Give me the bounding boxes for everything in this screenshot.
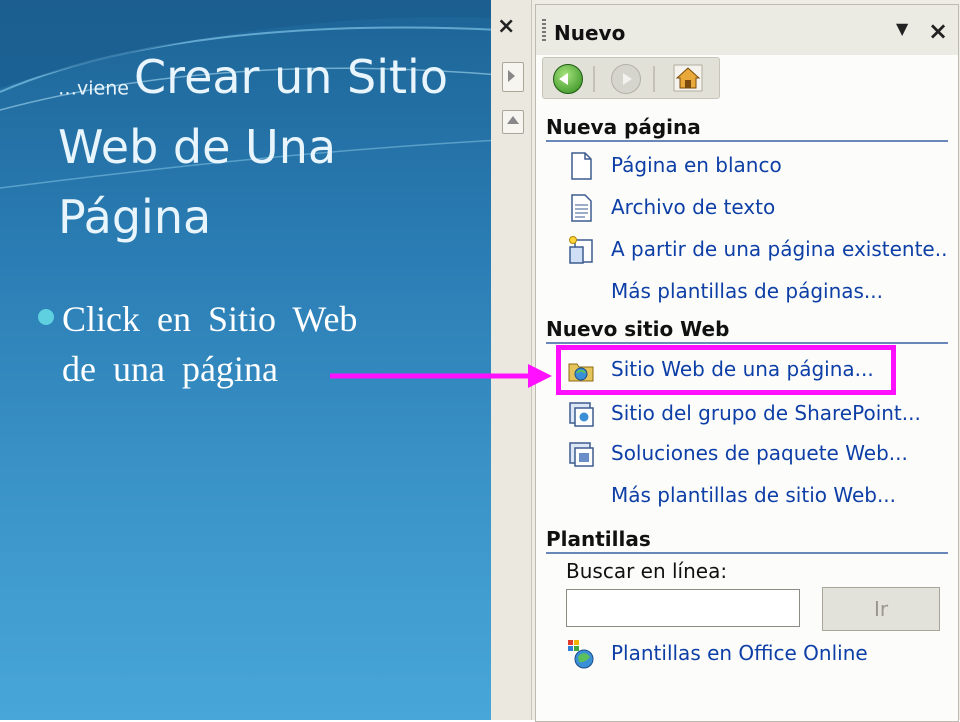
text-file-icon [571,194,592,222]
item-more-site-templates[interactable]: Más plantillas de sitio Web... [561,479,941,513]
item-label: Sitio del grupo de SharePoint... [611,401,921,425]
web-package-icon [569,442,594,467]
strip-expand-button[interactable] [502,62,524,92]
office-online-icon [568,640,594,669]
arrow-right-icon [623,73,632,85]
pane-title: Nuevo [554,21,626,45]
item-label: Soluciones de paquete Web... [611,441,908,465]
bullet-dot [38,309,54,325]
pane-nav-bar [542,57,720,99]
nav-separator [593,66,595,92]
home-icon[interactable] [671,62,705,94]
section-nuevo-sitio-web: Nuevo sitio Web [546,317,948,344]
item-label: Más plantillas de páginas... [611,279,884,303]
item-web-package[interactable]: Soluciones de paquete Web... [561,437,941,471]
title-line-3: Página [58,190,212,244]
strip-scroll-up-button[interactable] [502,110,524,134]
bullet-point: Click en Sitio Web de una página [38,294,438,394]
section-plantillas: Plantillas [546,527,948,554]
pane-header: Nuevo ▼ × [536,5,958,55]
grip-handle[interactable] [542,19,546,41]
arrow-left-icon [559,73,568,85]
search-input[interactable] [566,589,800,627]
existing-page-icon [569,236,593,264]
title-line-1: Crear un Sitio [134,50,448,104]
new-panel: Nuevo ▼ × Nueva página Página en blanco [535,4,959,722]
item-label: A partir de una página existente.. [611,237,948,261]
search-label: Buscar en línea: [566,559,728,583]
forward-button[interactable] [611,64,641,94]
blank-page-icon [571,152,592,180]
chevron-right-icon [508,70,515,82]
back-button[interactable] [553,64,583,94]
item-from-existing[interactable]: A partir de una página existente.. [561,233,947,267]
triangle-up-icon [507,116,519,124]
task-pane: × Nuevo ▼ × Nueva página Página en blanc… [491,0,960,722]
item-text-file[interactable]: Archivo de texto [561,191,941,225]
highlight-box [556,345,896,395]
section-nueva-pagina: Nueva página [546,115,948,142]
bullet-line-1: Click en Sitio Web [62,299,358,339]
item-label: Más plantillas de sitio Web... [611,483,897,507]
item-more-page-templates[interactable]: Más plantillas de páginas... [561,275,941,309]
item-office-online[interactable]: Plantillas en Office Online [561,637,941,671]
strip-close-icon[interactable]: × [497,14,515,39]
item-blank-page[interactable]: Página en blanco [561,149,941,183]
sharepoint-icon [569,402,594,427]
title-line-2: Web de Una [58,120,337,174]
pane-side-strip: × [491,0,532,720]
item-label: Página en blanco [611,153,782,177]
item-label: Plantillas en Office Online [611,641,868,665]
title-prefix: …viene [58,77,129,100]
go-button[interactable]: Ir [822,587,940,631]
nav-separator [653,66,655,92]
bullet-line-2: de una página [62,349,278,389]
chevron-down-icon[interactable]: ▼ [896,19,908,38]
slide-title: …viene Crear un Sitio Web de Una Página [58,42,498,252]
close-icon[interactable]: × [928,17,948,45]
item-sharepoint-site[interactable]: Sitio del grupo de SharePoint... [561,397,941,431]
item-label: Archivo de texto [611,195,776,219]
